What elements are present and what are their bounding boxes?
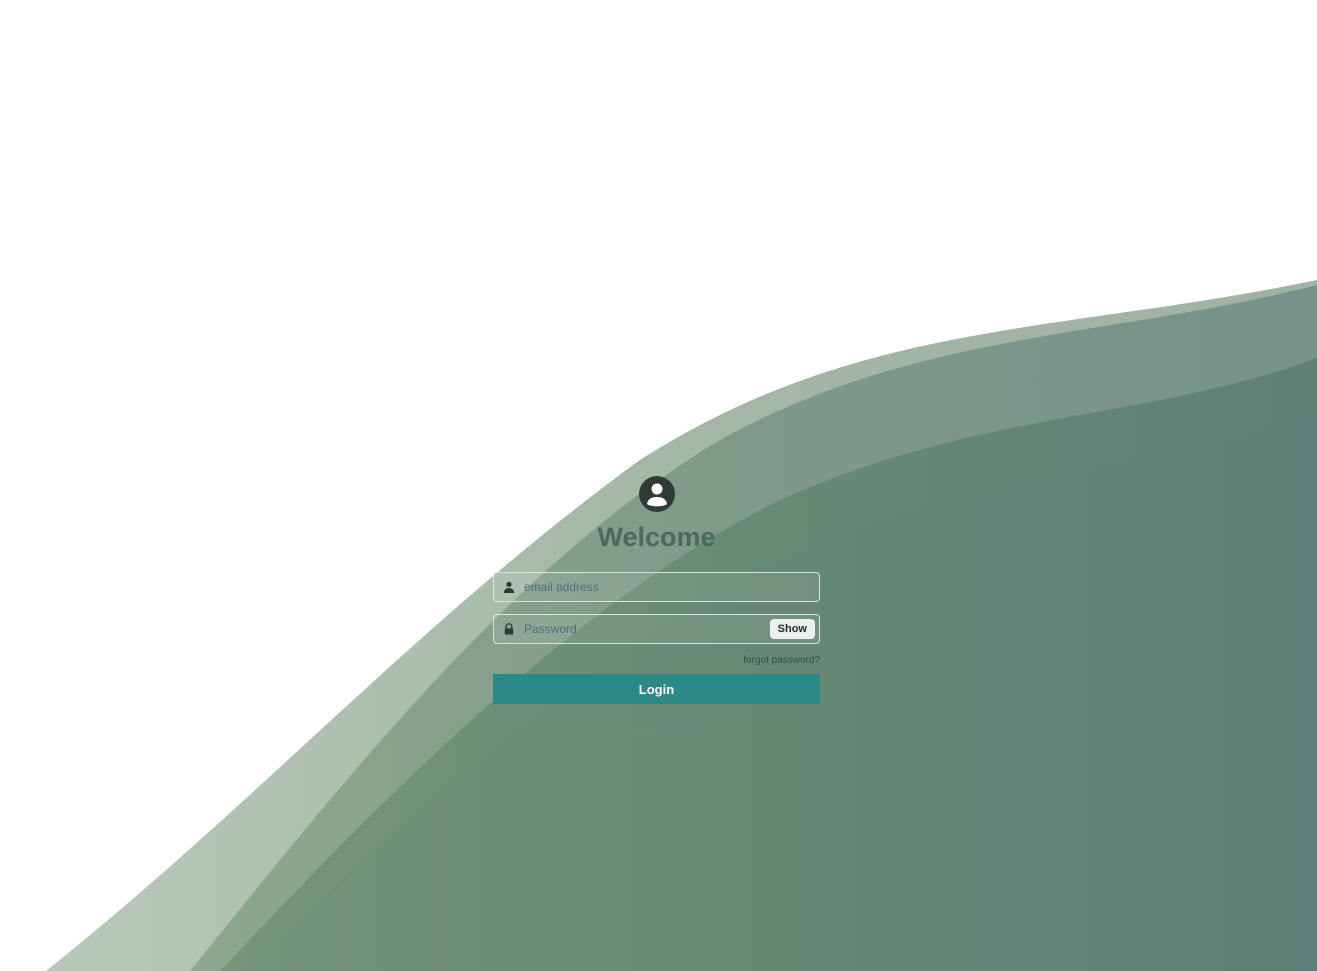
signup-link[interactable]: Sign Up	[665, 724, 704, 736]
email-field[interactable]	[524, 573, 819, 601]
signup-row: New user? Sign Up	[493, 724, 820, 736]
lock-icon	[494, 615, 524, 643]
email-field-wrapper	[493, 572, 820, 602]
page-title: Welcome	[597, 522, 716, 552]
forgot-password-link[interactable]: forgot password?	[743, 655, 820, 666]
user-icon	[494, 573, 524, 601]
password-field-wrapper: Show	[493, 614, 820, 644]
user-circle-icon	[638, 476, 675, 512]
password-field[interactable]	[524, 615, 770, 643]
login-button[interactable]: Login	[493, 674, 820, 704]
avatar-glyph	[646, 483, 667, 507]
login-page: Welcome Show forgot password?	[0, 0, 1317, 971]
show-password-button[interactable]: Show	[769, 619, 815, 639]
forgot-password-row: forgot password?	[493, 650, 820, 666]
avatar-container	[493, 476, 820, 512]
signup-prompt: New user?	[609, 724, 662, 736]
login-form: Welcome Show forgot password?	[493, 476, 820, 736]
